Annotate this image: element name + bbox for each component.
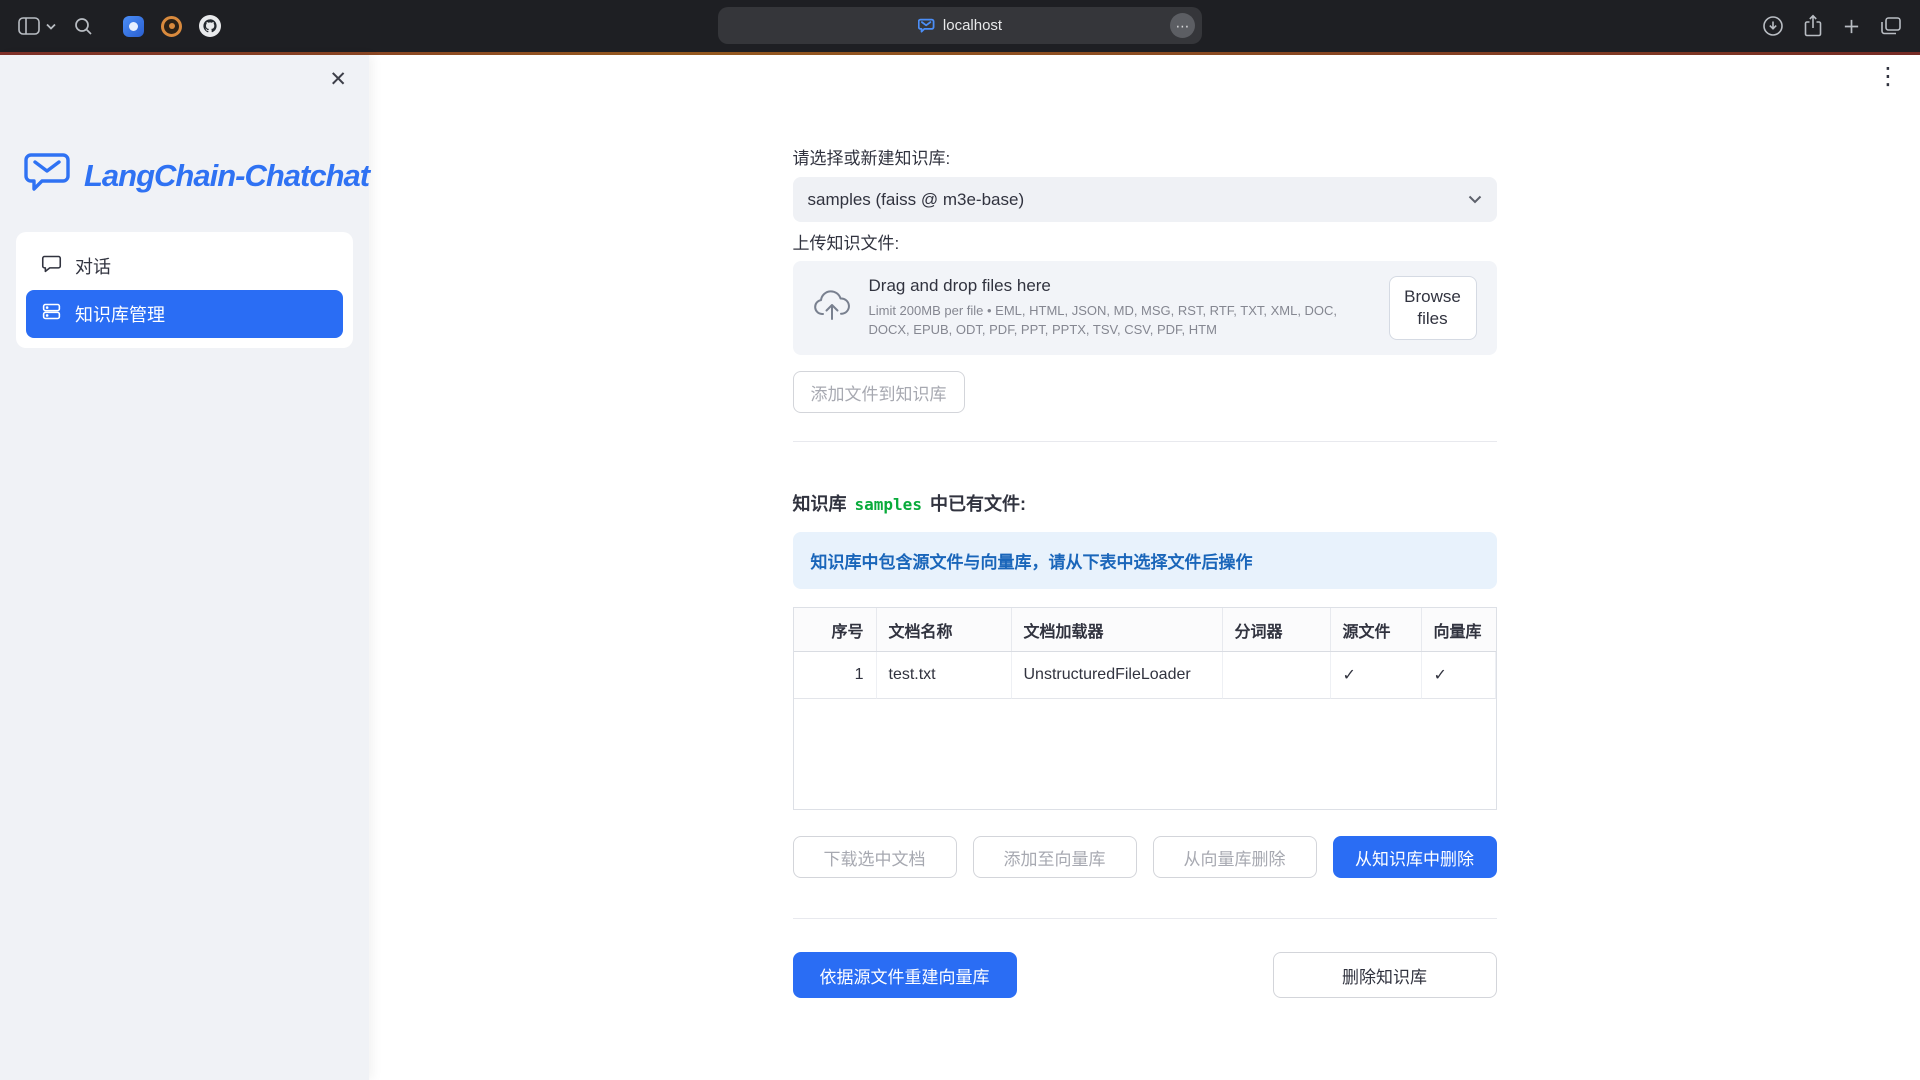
chevron-down-icon — [1468, 195, 1482, 204]
cloud-upload-icon — [813, 290, 851, 326]
table-empty-area — [794, 699, 1496, 809]
cell-loader[interactable]: UnstructuredFileLoader — [1012, 652, 1223, 699]
kb-files-heading: 知识库 samples 中已有文件: — [793, 490, 1497, 516]
chat-bubble-icon — [41, 253, 62, 279]
search-icon[interactable] — [74, 17, 93, 36]
delete-kb-button[interactable]: 删除知识库 — [1273, 952, 1497, 998]
col-header-filename[interactable]: 文档名称 — [877, 608, 1012, 651]
info-alert: 知识库中包含源文件与向量库，请从下表中选择文件后操作 — [793, 532, 1497, 589]
rebuild-vector-store-button[interactable]: 依据源文件重建向量库 — [793, 952, 1017, 998]
kb-selectbox[interactable]: samples (faiss @ m3e-base) — [793, 177, 1497, 222]
file-actions-row: 下载选中文档 添加至向量库 从向量库删除 从知识库中删除 — [793, 836, 1497, 878]
downloads-icon[interactable] — [1762, 15, 1784, 37]
address-bar[interactable]: localhost ⋯ — [718, 7, 1202, 44]
sidebar-toggle-button[interactable] — [18, 17, 56, 35]
add-to-vector-store-button[interactable]: 添加至向量库 — [973, 836, 1137, 878]
cell-splitter[interactable] — [1223, 652, 1331, 699]
chevron-down-icon — [46, 23, 56, 30]
url-text: localhost — [943, 17, 1002, 34]
sidebar-close-button[interactable]: ✕ — [329, 67, 347, 92]
knowledge-base-icon — [41, 301, 62, 327]
chatchat-logo-icon — [24, 151, 72, 200]
extension-blue-icon[interactable] — [123, 16, 144, 37]
share-icon[interactable] — [1803, 14, 1823, 38]
col-header-index[interactable]: 序号 — [794, 608, 877, 651]
table-row[interactable]: 1 test.txt UnstructuredFileLoader ✓ ✓ — [794, 652, 1496, 699]
cell-index[interactable]: 1 — [794, 652, 877, 699]
app-logo-text: LangChain-Chatchat — [84, 158, 369, 194]
browser-toolbar: localhost ⋯ — [0, 0, 1920, 52]
file-dropzone[interactable]: Drag and drop files here Limit 200MB per… — [793, 261, 1497, 355]
table-header-row: 序号 文档名称 文档加载器 分词器 源文件 向量库 — [794, 608, 1496, 652]
kb-select-label: 请选择或新建知识库: — [793, 147, 1497, 171]
kb-actions-row: 依据源文件重建向量库 删除知识库 — [793, 952, 1497, 998]
sidebar: ✕ LangChain-Chatchat 对话 — [0, 55, 369, 1080]
app-logo: LangChain-Chatchat — [24, 151, 369, 200]
delete-from-kb-button[interactable]: 从知识库中删除 — [1333, 836, 1497, 878]
site-favicon — [918, 18, 935, 34]
tabs-overview-icon[interactable] — [1880, 16, 1902, 36]
col-header-source-file[interactable]: 源文件 — [1331, 608, 1422, 651]
upload-label: 上传知识文件: — [793, 232, 1497, 256]
sidebar-toggle-icon — [18, 17, 40, 35]
sidebar-item-label: 对话 — [75, 253, 111, 279]
cell-filename[interactable]: test.txt — [877, 652, 1012, 699]
github-icon[interactable] — [199, 15, 221, 37]
divider — [793, 918, 1497, 919]
sidebar-nav: 对话 知识库管理 — [16, 232, 353, 348]
dropzone-limit-text: Limit 200MB per file • EML, HTML, JSON, … — [869, 302, 1371, 340]
col-header-splitter[interactable]: 分词器 — [1223, 608, 1331, 651]
dropzone-title: Drag and drop files here — [869, 276, 1371, 296]
delete-from-vector-store-button[interactable]: 从向量库删除 — [1153, 836, 1317, 878]
cell-source-file-check[interactable]: ✓ — [1331, 652, 1422, 699]
col-header-loader[interactable]: 文档加载器 — [1012, 608, 1223, 651]
kb-files-table: 序号 文档名称 文档加载器 分词器 源文件 向量库 1 test.txt Uns… — [793, 607, 1497, 810]
streamlit-menu-button[interactable]: ⋮ — [1876, 65, 1900, 89]
sidebar-item-label: 知识库管理 — [75, 301, 165, 327]
extensions-overflow-button[interactable]: ⋯ — [1170, 13, 1195, 38]
kb-select-value: samples (faiss @ m3e-base) — [808, 190, 1025, 210]
cell-vector-store-check[interactable]: ✓ — [1422, 652, 1496, 699]
kb-heading-suffix: 中已有文件: — [925, 494, 1026, 514]
sidebar-item-knowledge-base[interactable]: 知识库管理 — [26, 290, 343, 338]
divider — [793, 441, 1497, 442]
col-header-vector-store[interactable]: 向量库 — [1422, 608, 1496, 651]
new-tab-icon[interactable] — [1842, 17, 1861, 36]
browse-files-button[interactable]: Browse files — [1389, 276, 1477, 340]
download-selected-button[interactable]: 下载选中文档 — [793, 836, 957, 878]
kb-heading-prefix: 知识库 — [793, 494, 852, 514]
kb-name-code: samples — [852, 495, 925, 514]
extension-orange-icon[interactable] — [161, 16, 182, 37]
main-area: ⋮ 请选择或新建知识库: samples (faiss @ m3e-base) … — [369, 55, 1920, 1080]
add-files-to-kb-button[interactable]: 添加文件到知识库 — [793, 371, 965, 413]
sidebar-item-dialogue[interactable]: 对话 — [26, 242, 343, 290]
